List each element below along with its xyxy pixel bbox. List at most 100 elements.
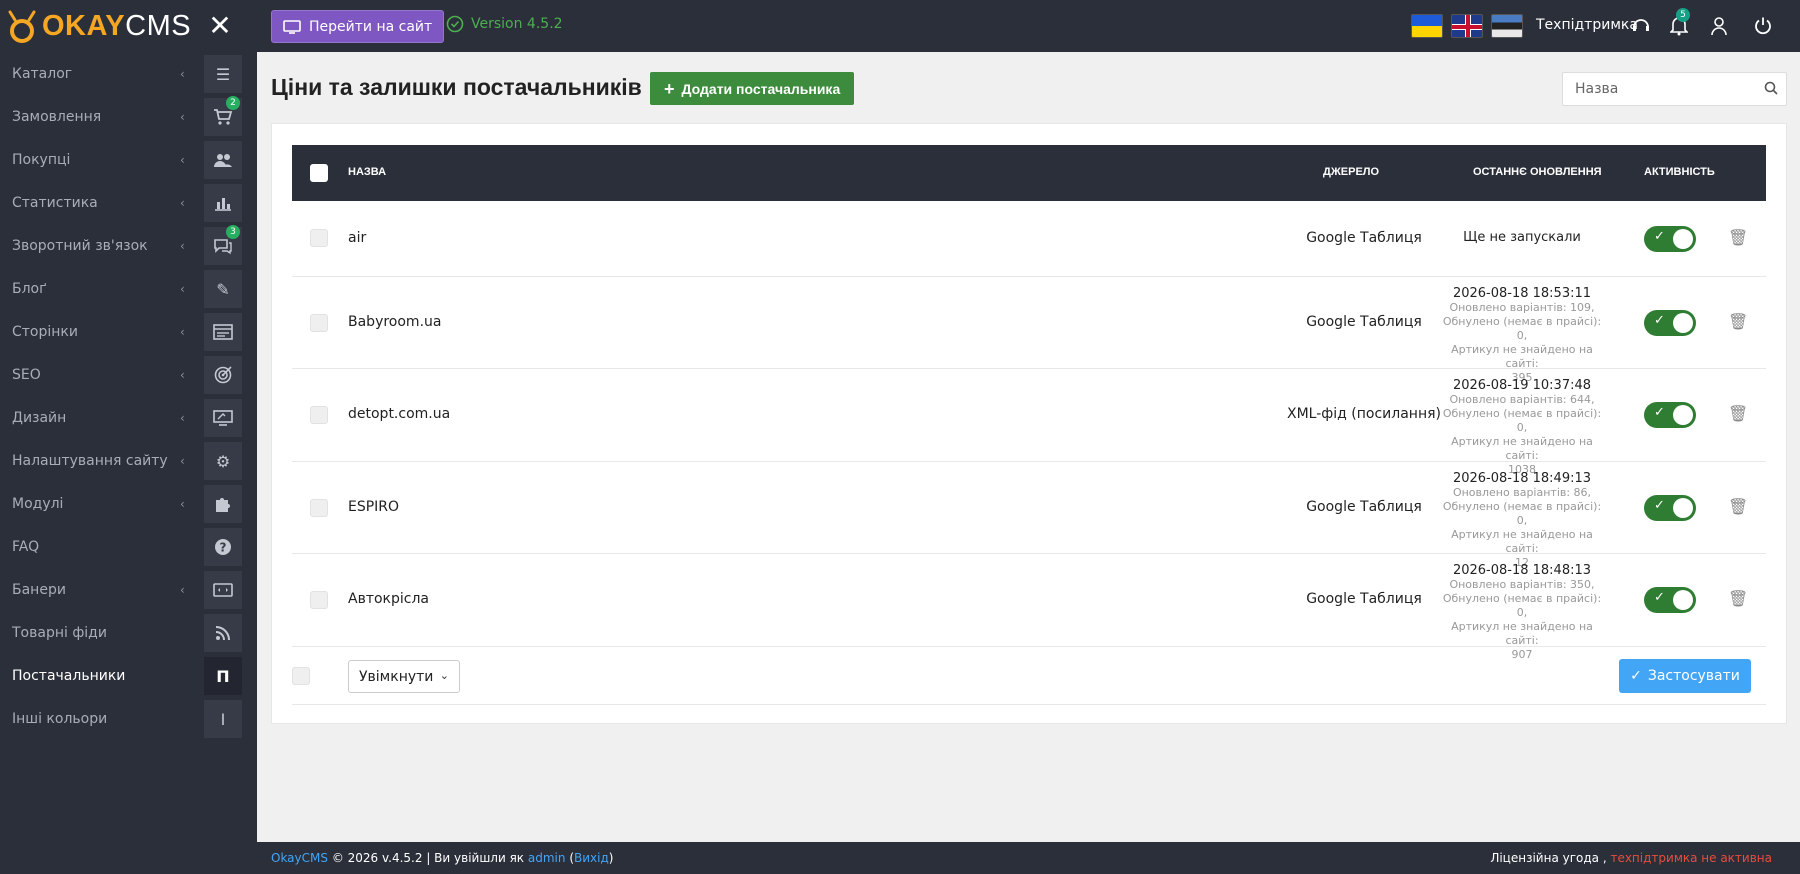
- supplier-name[interactable]: Автокрісла: [348, 591, 429, 607]
- support-headset-icon[interactable]: [1629, 14, 1653, 38]
- sidebar-item-product-feeds[interactable]: Товарні фіди: [0, 611, 257, 654]
- supplier-name[interactable]: detopt.com.ua: [348, 406, 450, 422]
- sidebar-item-blog[interactable]: Блоґ ‹ ✎: [0, 267, 257, 310]
- table-header: Назва Джерело Останнє оновлення Активніс…: [292, 145, 1766, 201]
- supplier-name[interactable]: air: [348, 230, 366, 246]
- comments-icon: 3: [204, 225, 242, 265]
- sidebar-item-catalog[interactable]: Каталог ‹ ☰: [0, 52, 257, 95]
- sidebar-item-label: Банери: [12, 581, 66, 598]
- support-link[interactable]: Техпідтримка: [1536, 17, 1638, 33]
- power-icon[interactable]: [1751, 14, 1775, 38]
- activity-toggle[interactable]: ✓: [1644, 402, 1696, 428]
- supplier-name[interactable]: Babyroom.ua: [348, 314, 441, 330]
- sidebar-item-pages[interactable]: Сторінки ‹: [0, 310, 257, 353]
- logo-icon: [8, 10, 36, 43]
- flag-ee-icon[interactable]: [1491, 14, 1523, 38]
- flag-ua-icon[interactable]: [1411, 14, 1443, 38]
- license-link[interactable]: Ліцензійна угода ,: [1490, 851, 1606, 865]
- footer-user-link[interactable]: admin: [528, 851, 566, 865]
- search-input[interactable]: [1563, 81, 1753, 97]
- add-supplier-button[interactable]: + Додати постачальника: [650, 72, 855, 105]
- chevron-left-icon: ‹: [180, 324, 185, 339]
- sidebar-item-customers[interactable]: Покупці ‹: [0, 138, 257, 181]
- apply-button[interactable]: ✓ Застосувати: [1619, 659, 1751, 693]
- footer-left: OkayCMS © 2026 v.4.5.2 | Ви увійшли як a…: [271, 851, 613, 865]
- activity-toggle[interactable]: ✓: [1644, 310, 1696, 336]
- goto-site-button[interactable]: Перейти на сайт: [271, 10, 445, 43]
- sidebar-item-label: Статистика: [12, 194, 98, 211]
- table-row: detopt.com.ua XML-фід (посилання) 2026-0…: [292, 369, 1766, 476]
- letter-p-icon: П: [204, 657, 242, 695]
- header-name[interactable]: Назва: [348, 166, 386, 178]
- sidebar-item-banners[interactable]: Банери ‹: [0, 568, 257, 611]
- sidebar-item-label: Покупці: [12, 151, 71, 168]
- footer-logout-link[interactable]: Вихід: [574, 851, 609, 865]
- add-supplier-label: Додати постачальника: [681, 80, 841, 97]
- row-checkbox[interactable]: [310, 591, 328, 609]
- sidebar-item-statistics[interactable]: Статистика ‹: [0, 181, 257, 224]
- sidebar-item-faq[interactable]: FAQ ?: [0, 525, 257, 568]
- letter-i-icon: І: [204, 700, 242, 738]
- feedback-badge: 3: [226, 225, 240, 239]
- cart-icon: 2: [204, 96, 242, 136]
- pencil-icon: ✎: [204, 270, 242, 308]
- sidebar-item-feedback[interactable]: Зворотний зв'язок ‹ 3: [0, 224, 257, 267]
- trash-icon[interactable]: 🗑: [1728, 497, 1748, 517]
- bulk-action-select[interactable]: Увімкнути ⌄: [348, 660, 460, 693]
- activity-toggle[interactable]: ✓: [1644, 226, 1696, 252]
- sidebar-item-label: SEO: [12, 366, 41, 383]
- check-icon: ✓: [1654, 498, 1665, 513]
- sidebar-item-seo[interactable]: SEO ‹: [0, 353, 257, 396]
- footer: OkayCMS © 2026 v.4.5.2 | Ви увійшли як a…: [257, 842, 1800, 874]
- chevron-left-icon: ‹: [180, 109, 185, 124]
- row-checkbox[interactable]: [310, 229, 328, 247]
- sidebar-item-other-colors[interactable]: Інші кольори І: [0, 697, 257, 740]
- banner-icon: [204, 571, 242, 609]
- search-icon[interactable]: [1764, 81, 1778, 95]
- update-info-line: Артикул не знайдено на сайті:: [1451, 528, 1593, 555]
- header-activity[interactable]: Активність: [1644, 166, 1715, 178]
- svg-text:?: ?: [220, 541, 227, 555]
- row-checkbox[interactable]: [310, 406, 328, 424]
- table-row: Babyroom.ua Google Таблиця 2026-08-18 18…: [292, 277, 1766, 384]
- sidebar-item-suppliers[interactable]: Постачальники П: [0, 654, 257, 697]
- sidebar-item-orders[interactable]: Замовлення ‹ 2: [0, 95, 257, 138]
- footer-brand-link[interactable]: OkayCMS: [271, 851, 328, 865]
- bulk-select-checkbox[interactable]: [292, 667, 310, 685]
- update-info-line: Оновлено варіантів: 644,: [1449, 393, 1595, 406]
- sidebar-item-modules[interactable]: Модулі ‹: [0, 482, 257, 525]
- activity-toggle[interactable]: ✓: [1644, 495, 1696, 521]
- update-info-line: Артикул не знайдено на сайті:: [1451, 435, 1593, 462]
- support-status-link[interactable]: техпідтримка не активна: [1607, 851, 1772, 865]
- row-checkbox[interactable]: [310, 314, 328, 332]
- sidebar-item-site-settings[interactable]: Налаштування сайту ‹ ⚙: [0, 439, 257, 482]
- trash-icon[interactable]: 🗑: [1728, 228, 1748, 248]
- trash-icon[interactable]: 🗑: [1728, 404, 1748, 424]
- trash-icon[interactable]: 🗑: [1728, 312, 1748, 332]
- version-label: Version 4.5.2: [471, 16, 563, 32]
- header-source[interactable]: Джерело: [1323, 166, 1379, 178]
- supplier-name[interactable]: ESPIRO: [348, 499, 399, 515]
- footer-text: © 2026 v.4.5.2 | Ви увійшли як: [328, 851, 528, 865]
- sidebar-item-design[interactable]: Дизайн ‹: [0, 396, 257, 439]
- user-icon[interactable]: [1707, 14, 1731, 38]
- chevron-left-icon: ‹: [180, 496, 185, 511]
- row-checkbox[interactable]: [310, 499, 328, 517]
- pages-icon: [204, 313, 242, 351]
- notifications-badge: 5: [1676, 8, 1690, 22]
- select-all-checkbox[interactable]: [310, 164, 328, 182]
- table-row: air Google Таблиця Ще не запускали ✓ 🗑: [292, 201, 1766, 277]
- notifications-bell-icon[interactable]: 5: [1667, 8, 1691, 38]
- puzzle-icon: [204, 485, 242, 523]
- chevron-left-icon: ‹: [180, 152, 185, 167]
- check-icon: ✓: [1630, 668, 1642, 684]
- check-icon: ✓: [1654, 313, 1665, 328]
- trash-icon[interactable]: 🗑: [1728, 589, 1748, 609]
- activity-toggle[interactable]: ✓: [1644, 587, 1696, 613]
- header-last-update[interactable]: Останнє оновлення: [1473, 166, 1602, 178]
- update-date: Ще не запускали: [1463, 230, 1581, 245]
- update-info-line: Обнулено (немає в прайсі): 0,: [1442, 500, 1602, 527]
- flag-en-icon[interactable]: [1451, 14, 1483, 38]
- logo[interactable]: OKAYCMS: [6, 6, 191, 46]
- close-menu-icon[interactable]: ✕: [208, 12, 232, 40]
